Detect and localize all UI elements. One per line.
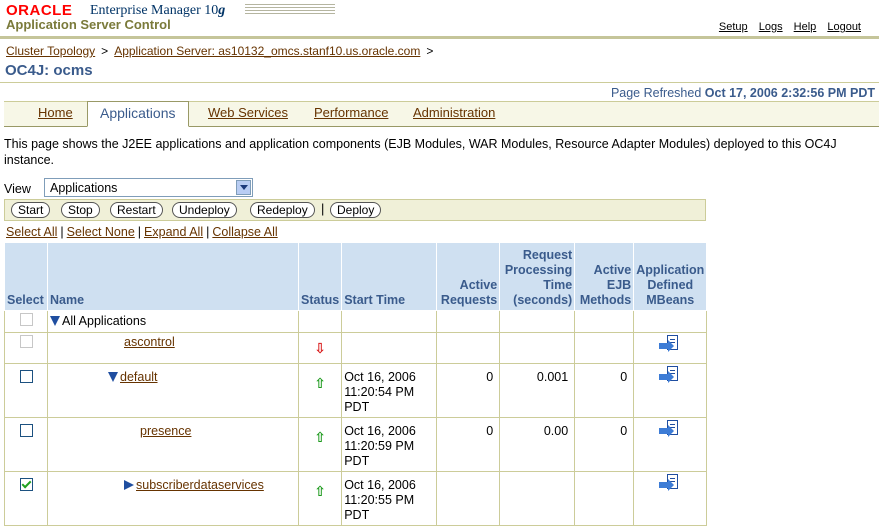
- table-row: presence ⇧ Oct 16, 2006 11:20:59 PM PDT …: [4, 417, 708, 472]
- table-row: ascontrol ⇩: [4, 332, 708, 364]
- setup-link[interactable]: Setup: [719, 21, 748, 33]
- active-requests: 0: [436, 417, 501, 472]
- status-up-arrow-icon: ⇧: [314, 483, 326, 499]
- button-separator: |: [321, 201, 325, 216]
- start-time: Oct 16, 2006 11:20:59 PM PDT: [341, 417, 438, 472]
- page-title: OC4J: ocms: [5, 62, 93, 79]
- mbeans-icon[interactable]: [659, 474, 681, 494]
- selection-links: Select All | Select None | Expand All | Collap…: [6, 225, 278, 239]
- undeploy-button[interactable]: Undeploy: [172, 202, 237, 218]
- active-ejb-methods: 0: [574, 417, 635, 472]
- col-name[interactable]: Name: [47, 242, 299, 311]
- deploy-button[interactable]: Deploy: [330, 202, 382, 218]
- collapse-triangle-icon[interactable]: [50, 316, 60, 326]
- row-checkbox[interactable]: [19, 424, 33, 437]
- tab-home[interactable]: Home: [38, 102, 73, 126]
- app-link-ascontrol[interactable]: ascontrol: [124, 335, 175, 349]
- collapse-triangle-icon[interactable]: [108, 372, 118, 382]
- table-row: default ⇧ Oct 16, 2006 11:20:54 PM PDT 0…: [4, 363, 708, 418]
- app-link-subscriberdataservices[interactable]: subscriberdataservices: [136, 478, 264, 492]
- stop-button[interactable]: Stop: [61, 202, 100, 218]
- mbeans-icon[interactable]: [659, 366, 681, 386]
- col-status: Status: [297, 242, 343, 311]
- table-row: All Applications: [4, 310, 708, 333]
- col-select: Select: [4, 242, 48, 311]
- tab-applications[interactable]: Applications: [87, 101, 189, 127]
- app-link-default[interactable]: default: [120, 370, 158, 384]
- expand-all-link[interactable]: Expand All: [144, 225, 203, 239]
- tab-administration[interactable]: Administration: [413, 102, 495, 126]
- breadcrumb-application-server[interactable]: Application Server: as10132_omcs.stanf10…: [114, 44, 420, 58]
- start-button[interactable]: Start: [11, 202, 51, 218]
- row-checkbox: [19, 313, 33, 326]
- chevron-down-icon[interactable]: [236, 180, 251, 195]
- breadcrumb-cluster-topology[interactable]: Cluster Topology: [6, 44, 95, 58]
- restart-button[interactable]: Restart: [110, 202, 163, 218]
- title-divider: [0, 82, 879, 83]
- intro-text: This page shows the J2EE applications an…: [4, 137, 837, 167]
- brand-stripes-decoration: [245, 4, 335, 16]
- action-bar: Start Stop Restart Undeploy Redeploy | D…: [4, 199, 706, 221]
- request-processing-time: 0.001: [499, 363, 576, 418]
- col-request-processing-time: Request Processing Time (seconds): [499, 242, 576, 311]
- mbeans-icon[interactable]: [659, 335, 681, 355]
- breadcrumb-separator: >: [426, 44, 434, 58]
- product-subtitle: Application Server Control: [6, 17, 171, 32]
- row-checkbox: [19, 335, 33, 348]
- request-processing-time: 0.00: [499, 417, 576, 472]
- view-select[interactable]: Applications: [44, 178, 253, 197]
- help-link[interactable]: Help: [794, 21, 817, 33]
- status-down-arrow-icon: ⇩: [314, 340, 326, 356]
- tab-bar: Home Applications Web Services Performan…: [4, 101, 879, 127]
- select-all-link[interactable]: Select All: [6, 225, 57, 239]
- view-select-value: Applications: [50, 181, 118, 195]
- view-label: View: [4, 182, 31, 196]
- redeploy-button[interactable]: Redeploy: [250, 202, 315, 218]
- expand-triangle-icon[interactable]: [124, 480, 134, 490]
- row-checkbox[interactable]: [19, 370, 33, 383]
- start-time: Oct 16, 2006 11:20:55 PM PDT: [341, 471, 438, 526]
- start-time: Oct 16, 2006 11:20:54 PM PDT: [341, 363, 438, 418]
- status-up-arrow-icon: ⇧: [314, 429, 326, 445]
- row-name: All Applications: [62, 314, 147, 328]
- active-requests: 0: [436, 363, 501, 418]
- col-active-requests: Active Requests: [436, 242, 501, 311]
- table-row: subscriberdataservices ⇧ Oct 16, 2006 11…: [4, 471, 708, 526]
- row-checkbox-checked[interactable]: [19, 478, 33, 491]
- global-links: Setup Logs Help Logout: [711, 21, 861, 33]
- col-active-ejb-methods: Active EJB Methods: [574, 242, 635, 311]
- breadcrumb-separator: >: [101, 44, 109, 58]
- page-refreshed: Page Refreshed Oct 17, 2006 2:32:56 PM P…: [610, 86, 875, 100]
- header-divider: [0, 36, 879, 39]
- logout-link[interactable]: Logout: [827, 21, 861, 33]
- tab-web-services[interactable]: Web Services: [208, 102, 288, 126]
- select-none-link[interactable]: Select None: [67, 225, 135, 239]
- logs-link[interactable]: Logs: [759, 21, 783, 33]
- status-up-arrow-icon: ⇧: [314, 375, 326, 391]
- mbeans-icon[interactable]: [659, 420, 681, 440]
- breadcrumb: Cluster Topology > Application Server: as1…: [6, 44, 439, 58]
- active-ejb-methods: 0: [574, 363, 635, 418]
- app-link-presence[interactable]: presence: [140, 424, 191, 438]
- col-mbeans: Application Defined MBeans: [633, 242, 708, 311]
- col-start-time: Start Time: [341, 242, 438, 311]
- collapse-all-link[interactable]: Collapse All: [212, 225, 277, 239]
- tab-performance[interactable]: Performance: [314, 102, 388, 126]
- applications-table: Select Name Status Start Time Active Req…: [4, 242, 708, 526]
